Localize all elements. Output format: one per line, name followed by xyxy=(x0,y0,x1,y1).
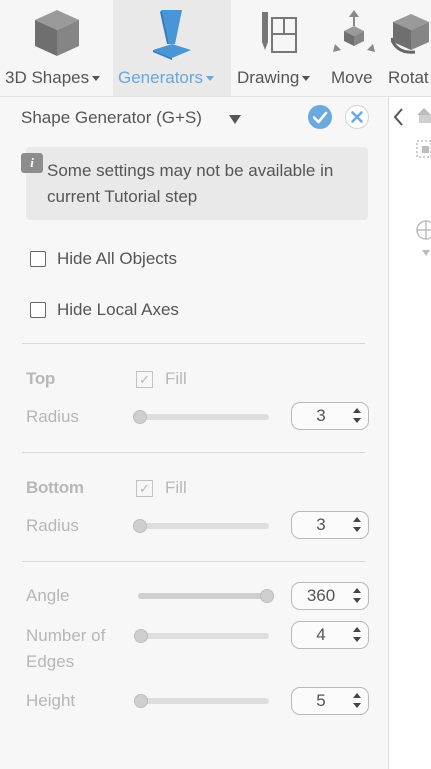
divider xyxy=(22,343,365,344)
height-label: Height xyxy=(26,691,76,710)
hide-local-axes-toggle[interactable]: Hide Local Axes xyxy=(30,300,230,322)
spinner-arrows-icon[interactable] xyxy=(352,517,362,533)
cube-icon xyxy=(33,8,81,63)
toolbar-label-3d-shapes: 3D Shapes xyxy=(5,68,90,87)
top-fill-checkbox[interactable]: ✓ xyxy=(136,371,153,388)
slider-thumb[interactable] xyxy=(133,519,147,533)
toolbar-move[interactable]: Move xyxy=(325,0,382,96)
top-radius-label: Radius xyxy=(26,407,79,426)
slider-thumb[interactable] xyxy=(133,410,147,424)
angle-slider[interactable] xyxy=(138,589,274,603)
slider-thumb[interactable] xyxy=(134,629,148,643)
bottom-fill-checkbox[interactable]: ✓ xyxy=(136,480,153,497)
angle-label: Angle xyxy=(26,586,70,605)
chevron-down-icon xyxy=(302,76,311,82)
toolbar-generators[interactable]: Generators xyxy=(113,0,231,96)
angle-spinner[interactable]: 360 xyxy=(291,582,369,610)
top-radius-value[interactable]: 3 xyxy=(292,403,350,429)
divider xyxy=(22,561,365,562)
checkmark-icon xyxy=(312,111,328,124)
slider-thumb[interactable] xyxy=(134,694,148,708)
rotate-cube-icon xyxy=(389,8,431,63)
move-arrows-icon xyxy=(331,10,377,63)
spinner-arrows-icon[interactable] xyxy=(352,588,362,604)
hide-local-axes-label: Hide Local Axes xyxy=(57,300,179,319)
generator-prism-icon xyxy=(149,8,195,65)
toolbar-label-drawing: Drawing xyxy=(237,68,300,87)
chevron-down-icon xyxy=(206,76,215,82)
height-spinner[interactable]: 5 xyxy=(291,687,369,715)
hide-all-objects-label: Hide All Objects xyxy=(57,249,177,268)
toolbar-label-rotate: Rotat xyxy=(388,68,429,87)
confirm-button[interactable] xyxy=(308,105,332,129)
toolbar-label-generators: Generators xyxy=(118,68,204,87)
edges-slider[interactable] xyxy=(134,629,269,643)
slider-thumb[interactable] xyxy=(260,589,274,603)
spinner-arrows-icon[interactable] xyxy=(352,408,362,424)
panel-title: Shape Generator (G+S) xyxy=(21,108,202,127)
top-radius-slider[interactable] xyxy=(133,410,269,424)
panel-menu-chevron-icon[interactable] xyxy=(229,115,241,124)
hide-all-objects-toggle[interactable]: Hide All Objects xyxy=(30,249,230,271)
main-toolbar: 3D Shapes Generators Drawing Move Rotat xyxy=(0,0,431,97)
globe-view-icon[interactable] xyxy=(414,218,431,260)
bottom-radius-value[interactable]: 3 xyxy=(292,512,350,538)
edges-label-line2: Edges xyxy=(26,652,75,671)
collapse-panel-button[interactable] xyxy=(389,104,409,130)
top-section-heading: Top xyxy=(26,369,55,388)
info-icon: i xyxy=(21,153,43,173)
chevron-down-icon xyxy=(92,76,101,82)
spinner-arrows-icon[interactable] xyxy=(352,627,362,643)
bottom-radius-label: Radius xyxy=(26,516,79,535)
edges-spinner[interactable]: 4 xyxy=(291,621,369,649)
toolbar-label-move: Move xyxy=(331,68,373,87)
chevron-left-icon xyxy=(393,108,403,126)
angle-value[interactable]: 360 xyxy=(292,583,350,609)
bottom-radius-slider[interactable] xyxy=(133,519,269,533)
shape-generator-panel: Shape Generator (G+S) i Some settings ma… xyxy=(0,97,389,769)
cancel-button[interactable] xyxy=(345,105,369,129)
height-value[interactable]: 5 xyxy=(292,688,350,714)
top-radius-spinner[interactable]: 3 xyxy=(291,402,369,430)
toolbar-drawing[interactable]: Drawing xyxy=(232,0,324,96)
toolbar-3d-shapes[interactable]: 3D Shapes xyxy=(0,0,112,96)
edges-label-line1: Number of xyxy=(26,626,106,645)
view-cube-icon[interactable] xyxy=(414,138,431,160)
hide-all-objects-checkbox[interactable] xyxy=(30,251,46,267)
top-fill-label: Fill xyxy=(165,369,187,388)
close-icon xyxy=(351,111,363,123)
spinner-arrows-icon[interactable] xyxy=(352,693,362,709)
toolbar-rotate[interactable]: Rotat xyxy=(383,0,431,96)
bottom-fill-label: Fill xyxy=(165,478,187,497)
divider xyxy=(22,452,365,453)
drawing-pencil-icon xyxy=(260,10,300,61)
edges-value[interactable]: 4 xyxy=(292,622,350,648)
info-message: Some settings may not be available in cu… xyxy=(47,161,334,206)
bottom-radius-spinner[interactable]: 3 xyxy=(291,511,369,539)
height-slider[interactable] xyxy=(134,694,269,708)
tutorial-info-box: i Some settings may not be available in … xyxy=(21,147,368,220)
slider-fill xyxy=(138,593,267,599)
hide-local-axes-checkbox[interactable] xyxy=(30,302,46,318)
home-icon[interactable] xyxy=(414,106,431,128)
bottom-section-heading: Bottom xyxy=(26,478,84,497)
